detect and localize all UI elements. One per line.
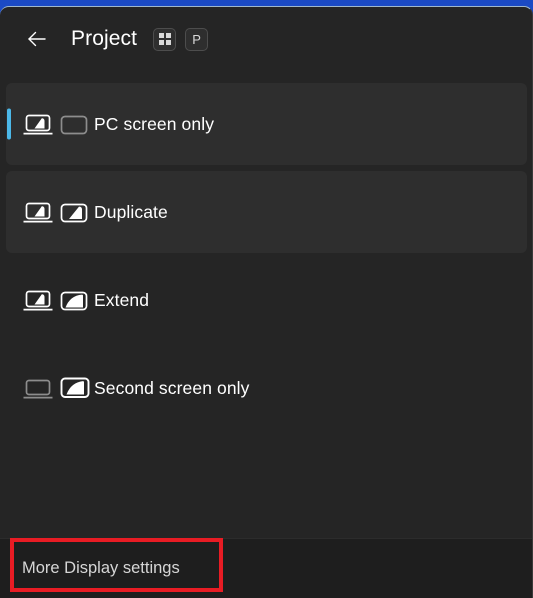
desktop-background: Project P PC screen only Duplicate Exten… <box>0 0 533 598</box>
mode-item-second-screen-only[interactable]: Second screen only <box>6 347 527 429</box>
p-key-badge: P <box>185 27 209 51</box>
mode-label: Extend <box>94 289 150 310</box>
pc-screen-only-icon <box>22 110 94 138</box>
project-flyout-panel: Project P PC screen only Duplicate Exten… <box>0 6 533 598</box>
mode-label: PC screen only <box>94 113 215 134</box>
projection-mode-list: PC screen only Duplicate Extend Second s… <box>0 71 532 429</box>
mode-item-extend[interactable]: Extend <box>6 259 527 341</box>
mode-item-duplicate[interactable]: Duplicate <box>6 171 527 253</box>
monitor-active-glyph <box>60 377 90 398</box>
duplicate-icon <box>22 198 94 226</box>
second-screen-only-icon <box>22 374 94 402</box>
page-title: Project <box>71 27 138 50</box>
back-button[interactable] <box>20 22 54 56</box>
monitor-inactive-glyph <box>60 115 88 135</box>
shortcut-hint: P <box>153 27 209 51</box>
laptop-active-glyph <box>23 290 53 311</box>
monitor-extend-glyph <box>60 291 88 311</box>
monitor-active-glyph <box>60 203 88 223</box>
flyout-footer: More Display settings <box>0 538 532 598</box>
laptop-active-glyph <box>23 202 53 223</box>
laptop-active-glyph <box>23 114 53 135</box>
extend-icon <box>22 286 94 314</box>
mode-label: Duplicate <box>94 201 168 222</box>
laptop-inactive-glyph <box>23 379 53 399</box>
mode-label: Second screen only <box>94 377 250 398</box>
selection-indicator <box>7 108 11 140</box>
windows-logo-icon <box>158 33 171 45</box>
mode-item-pc-screen-only[interactable]: PC screen only <box>6 83 527 165</box>
windows-key-badge <box>153 27 177 51</box>
flyout-header: Project P <box>0 7 532 71</box>
more-display-settings-link[interactable]: More Display settings <box>22 559 180 578</box>
arrow-left-icon <box>25 27 49 51</box>
